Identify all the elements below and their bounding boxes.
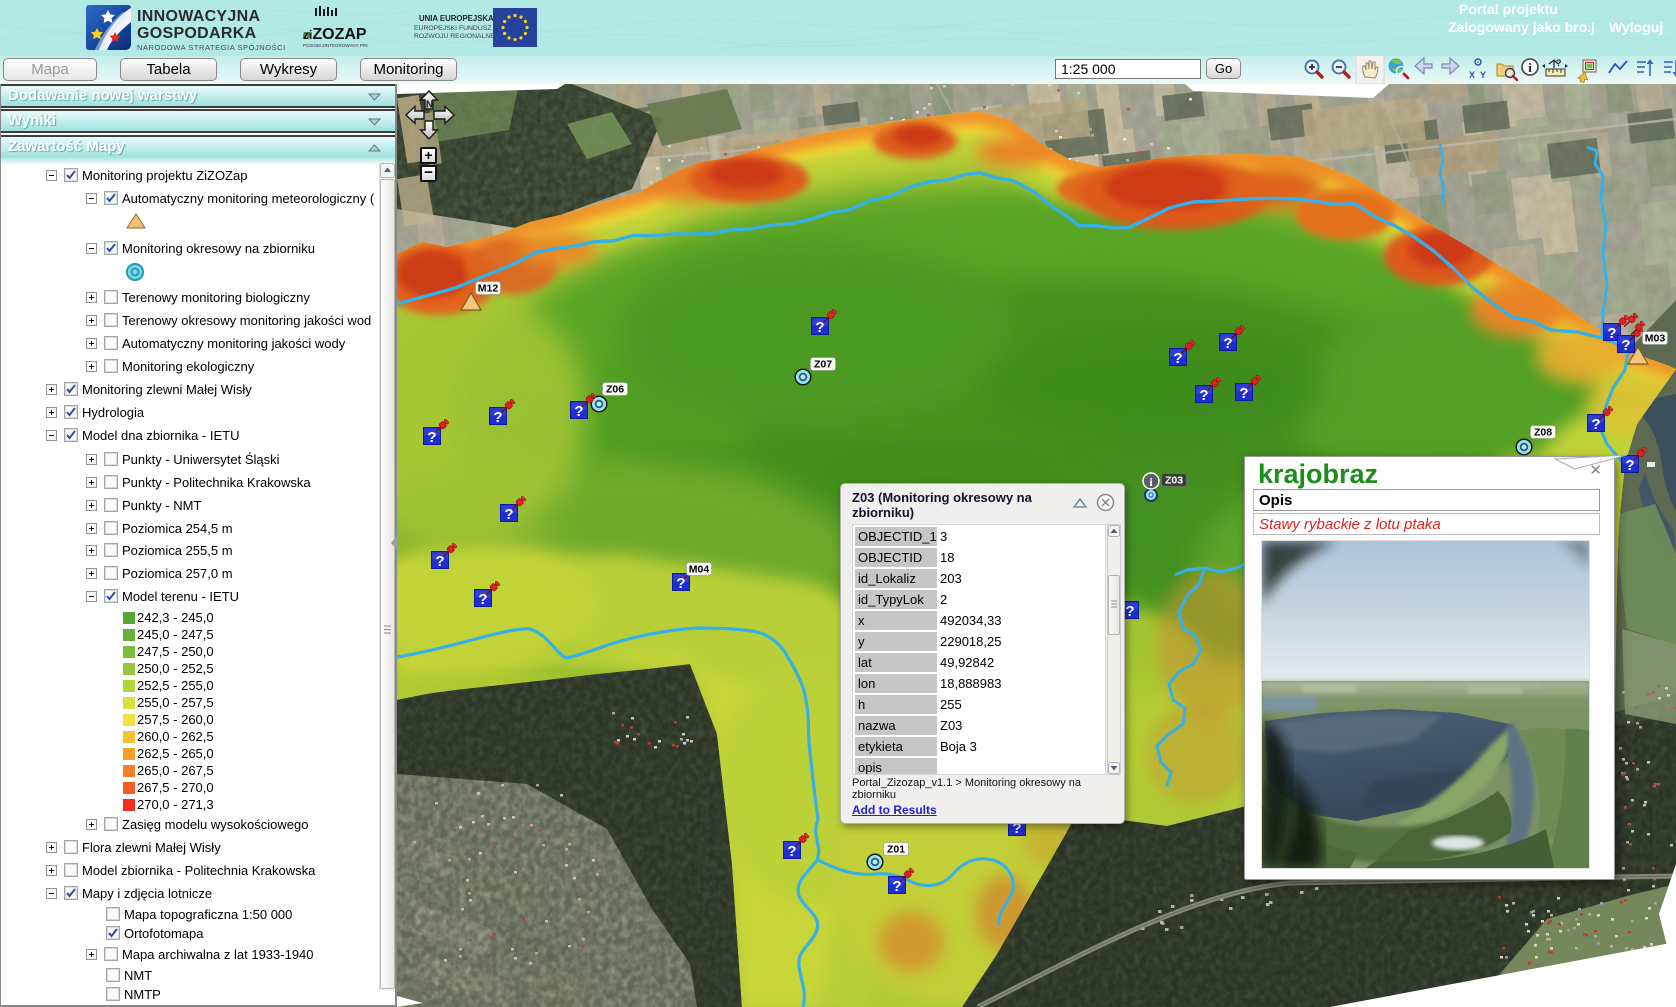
- svg-text:Y: Y: [1480, 70, 1486, 80]
- svg-text:X: X: [1469, 70, 1475, 80]
- svg-text:Z01: Z01: [887, 844, 905, 856]
- svg-text:i: i: [1528, 60, 1532, 75]
- svg-text:N: N: [426, 100, 433, 111]
- svg-text:M12: M12: [478, 283, 499, 295]
- svg-text:Z08: Z08: [1534, 427, 1552, 439]
- svg-text:M03: M03: [1645, 333, 1666, 345]
- svg-text:Z07: Z07: [814, 359, 832, 371]
- svg-text:?: ?: [1556, 58, 1562, 68]
- svg-text:M04: M04: [689, 564, 710, 576]
- svg-text:Z03: Z03: [1165, 475, 1183, 487]
- svg-text:Z06: Z06: [606, 384, 624, 396]
- svg-text:ziZOZAP: ziZOZAP: [303, 26, 367, 43]
- svg-text:POZIOM ZINTEGROWANY PROJEKT: POZIOM ZINTEGROWANY PROJEKT: [303, 43, 368, 48]
